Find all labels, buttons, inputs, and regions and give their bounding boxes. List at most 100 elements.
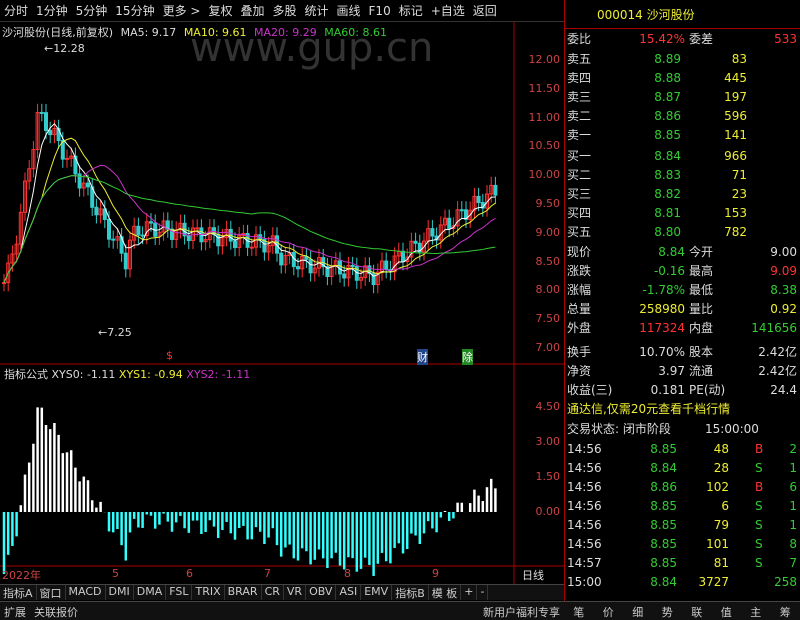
bid-row: 买四 8.81 153: [565, 204, 800, 223]
cell: 8.85: [650, 556, 677, 570]
candle-body: [86, 182, 90, 188]
cell: 卖一: [567, 128, 592, 142]
cell: S: [755, 537, 763, 551]
cell: 卖四: [567, 71, 592, 85]
cell: 8.83: [654, 168, 681, 182]
cell: 141656: [751, 321, 797, 335]
candle-body: [186, 235, 191, 242]
cell: 48: [713, 442, 729, 456]
indicator-tab[interactable]: 指标A: [0, 585, 37, 600]
panel-tab[interactable]: 细: [628, 602, 647, 620]
cell: 3.97: [658, 364, 685, 378]
panel-tab[interactable]: 势: [658, 602, 677, 620]
cell: 24.4: [770, 383, 797, 397]
cell: 23: [731, 187, 747, 201]
bid-row: 买五 8.80 782: [565, 223, 800, 242]
indicator-tick: 1.50: [535, 470, 561, 483]
cell: 3727: [698, 575, 729, 589]
indicator-tab[interactable]: +: [461, 585, 478, 600]
panel-tab[interactable]: 联: [687, 602, 706, 620]
event-mark: $: [166, 349, 173, 362]
candle-body: [136, 225, 141, 236]
cell: 596: [724, 109, 747, 123]
expand-button[interactable]: 扩展: [0, 602, 30, 620]
indicator-tab[interactable]: TRIX: [192, 585, 225, 600]
indicator-tab[interactable]: DMA: [134, 585, 167, 600]
price-tick: 10.50: [528, 139, 561, 153]
cell: 0.181: [650, 383, 685, 397]
cell: 9.09: [770, 264, 797, 278]
indicator-tab[interactable]: DMI: [106, 585, 134, 600]
cell: 153: [724, 206, 747, 220]
cell: 涨幅: [567, 283, 592, 297]
ask-row: 卖二 8.86 596: [565, 107, 800, 126]
indicator-tab[interactable]: 模 板: [429, 585, 462, 600]
candle-body: [413, 240, 418, 244]
ask-row: 卖一 8.85 141: [565, 126, 800, 145]
price-tick: 8.00: [535, 283, 561, 297]
candle-body: [233, 240, 237, 249]
cell: 最高: [689, 264, 714, 278]
cell: 9.00: [770, 245, 797, 259]
price-axis: 12.00 11.50 11.00 10.50 10.00 9.50 9.00 8.50 8.0…: [515, 38, 564, 368]
indicator-tab[interactable]: 窗口: [37, 585, 66, 600]
cell: 15:00:00: [705, 422, 759, 436]
cell: B: [755, 442, 764, 456]
indicator-tick: 0.00: [535, 505, 561, 518]
stat-row: 涨幅 -1.78% 最低 8.38: [565, 281, 800, 300]
cell: 81: [713, 556, 729, 570]
stat-row: 现价 8.84 今开 9.00: [565, 243, 800, 262]
candle-body: [493, 184, 498, 196]
cell: 117324: [639, 321, 685, 335]
candle-body: [249, 246, 254, 249]
date-tick: 9: [432, 567, 439, 580]
cell: 8.85: [650, 518, 677, 532]
cell: 14:56: [567, 537, 602, 551]
cell: 流通: [689, 364, 714, 378]
candle-body: [447, 217, 452, 229]
cell: 买五: [567, 225, 592, 239]
bid-row: 买一 8.84 966: [565, 147, 800, 166]
status-row: 交易状态: 闭市阶段 15:00:00: [565, 420, 800, 439]
promo-link[interactable]: 新用户福利专享: [479, 602, 564, 620]
price-tick: 9.00: [535, 225, 561, 239]
panel-tab[interactable]: 主: [746, 602, 765, 620]
indicator-tab[interactable]: MACD: [66, 585, 106, 600]
indicator-name: 指标公式: [4, 368, 48, 381]
weibi-row: 委比 15.42% 委差 533: [565, 30, 800, 49]
indicator-tab[interactable]: FSL: [166, 585, 193, 600]
cell: 83: [731, 52, 747, 66]
xys2-label: XYS2: -1.11: [186, 368, 251, 381]
panel-tab[interactable]: 笔: [569, 602, 588, 620]
stat-row: 收益(三) 0.181 PE(动) 24.4: [565, 381, 800, 400]
indicator-tab[interactable]: OBV: [306, 585, 337, 600]
cell: 买二: [567, 168, 592, 182]
event-mark: 除: [462, 349, 473, 365]
indicator-tab[interactable]: ASI: [336, 585, 362, 600]
panel-tab[interactable]: 筹: [776, 602, 795, 620]
cell: 8.82: [654, 187, 681, 201]
cell: 今开: [689, 245, 714, 259]
cell: 8.38: [770, 283, 797, 297]
cell: 8.84: [650, 575, 677, 589]
kline-chart[interactable]: [0, 0, 564, 584]
related-quote-button[interactable]: 关联报价: [30, 602, 82, 620]
indicator-tab[interactable]: EMV: [361, 585, 393, 600]
date-tick: 7: [264, 567, 271, 580]
indicator-tab[interactable]: 指标B: [392, 585, 429, 600]
cell: 总量: [567, 302, 592, 316]
indicator-tab[interactable]: VR: [284, 585, 307, 600]
cell: 15:00: [567, 575, 602, 589]
cell: 258: [774, 575, 797, 589]
indicator-axis: 4.50 3.00 1.50 0.00: [515, 400, 564, 530]
indicator-tab[interactable]: BRAR: [225, 585, 262, 600]
indicator-tab[interactable]: -: [477, 585, 489, 600]
indicator-tab[interactable]: CR: [262, 585, 284, 600]
stat-row: 换手 10.70% 股本 2.42亿: [565, 343, 800, 362]
panel-tab[interactable]: 价: [599, 602, 618, 620]
ask-row: 卖四 8.88 445: [565, 69, 800, 88]
panel-tab[interactable]: 值: [717, 602, 736, 620]
candle-body: [430, 228, 435, 237]
low-mark: ←7.25: [98, 326, 132, 339]
price-tick: 7.00: [535, 341, 561, 354]
